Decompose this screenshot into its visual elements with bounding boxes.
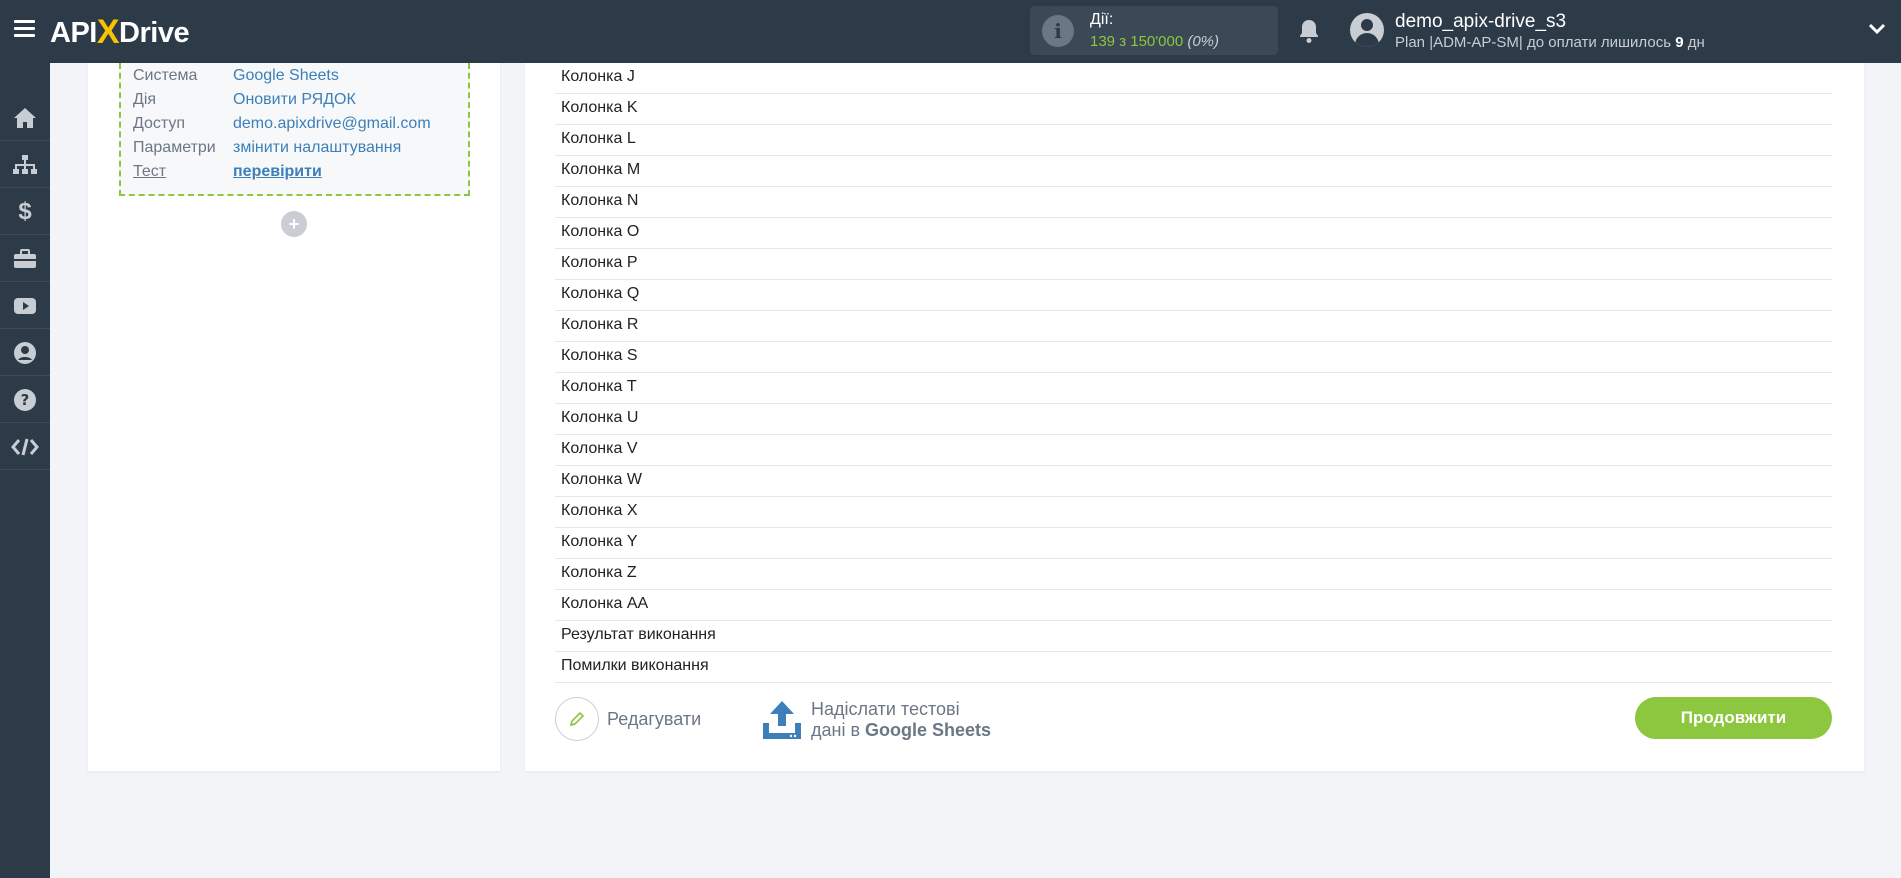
- field-row: Колонка Z: [555, 559, 1832, 590]
- field-row: Колонка AA: [555, 590, 1832, 621]
- system-value[interactable]: Google Sheets: [233, 67, 339, 85]
- field-row: Колонка V: [555, 435, 1832, 466]
- field-row: Колонка T: [555, 373, 1832, 404]
- user-plan: Plan |ADM-AP-SM| до оплати лишилось 9 дн: [1395, 34, 1705, 51]
- actions-label: Дії:: [1090, 11, 1114, 28]
- edit-button[interactable]: Редагувати: [555, 697, 701, 741]
- actions-counter[interactable]: i Дії: 139 з 150'000 (0%): [1030, 6, 1278, 55]
- briefcase-icon: [14, 248, 36, 268]
- field-row: Колонка J: [555, 63, 1832, 94]
- home-icon: [14, 107, 36, 128]
- sidebar-item-connections[interactable]: [0, 142, 50, 188]
- question-icon: ?: [14, 388, 36, 411]
- connection-summary-panel: Система Google Sheets Дія Оновити РЯДОК …: [88, 63, 500, 771]
- field-row: Колонка O: [555, 218, 1832, 249]
- actions-count: 139 з 150'000 (0%): [1090, 33, 1220, 50]
- action-value[interactable]: Оновити РЯДОК: [233, 91, 356, 109]
- field-row: Колонка L: [555, 125, 1832, 156]
- field-row: Колонка S: [555, 342, 1832, 373]
- field-row: Колонка K: [555, 94, 1832, 125]
- user-circle-icon: [14, 341, 36, 364]
- dollar-icon: $: [18, 197, 32, 225]
- pencil-icon: [555, 697, 599, 741]
- field-row: Помилки виконання: [555, 652, 1832, 683]
- youtube-icon: [14, 297, 36, 314]
- svg-text:?: ?: [21, 391, 30, 409]
- sidebar-item-billing[interactable]: $: [0, 189, 50, 235]
- code-icon: [11, 438, 39, 455]
- params-value[interactable]: змінити налаштування: [233, 139, 401, 157]
- top-header: APIXDrive i Дії: 139 з 150'000 (0%) demo…: [0, 0, 1901, 63]
- field-row: Колонка N: [555, 187, 1832, 218]
- bell-icon[interactable]: [1297, 18, 1321, 44]
- field-row: Колонка R: [555, 311, 1832, 342]
- sidebar-item-video[interactable]: [0, 283, 50, 329]
- field-row: Колонка P: [555, 249, 1832, 280]
- upload-icon: [763, 701, 801, 739]
- menu-icon[interactable]: [14, 20, 35, 38]
- field-row: Колонка X: [555, 497, 1832, 528]
- continue-button[interactable]: Продовжити: [1635, 697, 1832, 739]
- chevron-down-icon[interactable]: [1868, 22, 1886, 36]
- destination-block[interactable]: Система Google Sheets Дія Оновити РЯДОК …: [119, 63, 470, 196]
- field-row: Колонка Q: [555, 280, 1832, 311]
- avatar[interactable]: [1350, 13, 1384, 47]
- field-row: Колонка W: [555, 466, 1832, 497]
- fields-panel: Колонка J Колонка K Колонка L Колонка M Коло…: [525, 63, 1864, 771]
- apix-drive-logo[interactable]: APIXDrive: [50, 12, 190, 52]
- sidebar-item-help[interactable]: ?: [0, 377, 50, 423]
- test-link[interactable]: перевірити: [233, 163, 322, 181]
- sidebar: $ ?: [0, 63, 50, 878]
- sidebar-item-home[interactable]: [0, 95, 50, 141]
- sitemap-icon: [13, 154, 37, 174]
- add-step-button[interactable]: +: [281, 211, 307, 237]
- info-icon: i: [1042, 15, 1074, 47]
- sidebar-item-tools[interactable]: [0, 236, 50, 282]
- field-row: Колонка M: [555, 156, 1832, 187]
- access-value[interactable]: demo.apixdrive@gmail.com: [233, 115, 431, 133]
- user-name[interactable]: demo_apix-drive_s3: [1395, 11, 1566, 33]
- field-row: Результат виконання: [555, 621, 1832, 652]
- sidebar-item-account[interactable]: [0, 330, 50, 376]
- field-row: Колонка Y: [555, 528, 1832, 559]
- send-test-data-button[interactable]: Надіслати тестові дані в Google Sheets: [761, 697, 991, 743]
- sidebar-item-api[interactable]: [0, 424, 50, 470]
- field-row: Колонка U: [555, 404, 1832, 435]
